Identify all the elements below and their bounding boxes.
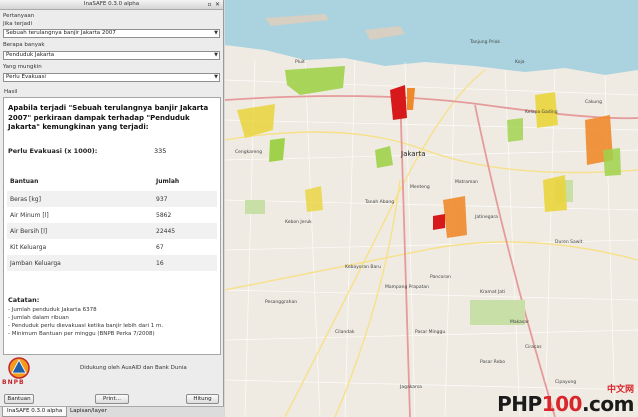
map-label: Koja	[515, 60, 525, 65]
map-label: Cakung	[585, 100, 602, 105]
hazard-label: Jika terjadi	[3, 21, 33, 27]
table-header-row: Bantuan Jumlah	[7, 172, 217, 191]
results-headline: Apabila terjadi "Sebuah terulangnya banj…	[8, 104, 209, 131]
map-label: Cilandak	[335, 330, 355, 335]
notes-title: Catatan:	[8, 296, 40, 304]
map-label: Menteng	[410, 185, 430, 190]
map-canvas[interactable]: Jakarta Tanjung Priok Koja Pluit Kelapa …	[225, 0, 638, 417]
run-button[interactable]: Hitung	[186, 394, 219, 404]
table-row: Beras [kg] 937	[7, 191, 217, 207]
table-cell: 5862	[153, 207, 217, 223]
function-combo-value: Perlu Evakuasi	[6, 74, 46, 80]
table-header: Bantuan	[7, 172, 153, 191]
help-button[interactable]: Bantuan	[4, 394, 34, 404]
support-text: Didukung oleh AusAID dan Bank Dunia	[80, 365, 187, 371]
map-label: Pesanggrahan	[265, 300, 298, 305]
table-cell: Jamban Keluarga	[7, 255, 153, 271]
map-label: Cipayung	[555, 380, 577, 385]
tab-layers[interactable]: Lapisan/layer	[66, 407, 111, 417]
print-button[interactable]: Print...	[95, 394, 129, 404]
hazard-combo-value: Sebuah terulangnya banjir Jakarta 2007	[6, 30, 116, 36]
tab-inasafe[interactable]: InaSAFE 0.3.0 alpha	[2, 407, 68, 417]
table-cell: Kit Keluarga	[7, 239, 153, 255]
map-label: Jatinegara	[475, 215, 498, 220]
table-cell: Beras [kg]	[7, 191, 153, 207]
inasafe-dock: InaSAFE 0.3.0 alpha ▫ ✕ Pertanyaan Jika …	[0, 0, 224, 417]
note-item: - Minimum Bantuan per minggu (BNPB Perka…	[8, 331, 155, 337]
map-label: Jakarta	[401, 150, 426, 158]
map-label: Duren Sawit	[555, 240, 583, 245]
float-icon[interactable]: ▫	[206, 1, 213, 8]
table-cell: 22445	[153, 223, 217, 239]
evacuation-label: Perlu Evakuasi (x 1000):	[8, 147, 98, 155]
exposure-label: Berapa banyak	[3, 42, 45, 48]
map-label: Jagakarsa	[400, 385, 422, 390]
watermark-prefix: PHP	[497, 392, 542, 416]
chevron-down-icon: ▼	[214, 52, 218, 58]
map-label: Cengkareng	[235, 150, 263, 155]
function-combo[interactable]: Perlu Evakuasi ▼	[3, 73, 220, 82]
note-item: - Jumlah dalam ribuan	[8, 315, 69, 321]
watermark-logo: PHP100.com	[497, 392, 634, 416]
map-label: Kelapa Gading	[525, 110, 558, 115]
map-label: Matraman	[455, 180, 479, 185]
map-label: Tanah Abang	[365, 200, 395, 205]
table-cell: 67	[153, 239, 217, 255]
chevron-down-icon: ▼	[214, 30, 218, 36]
watermark-suffix: .com	[581, 392, 635, 416]
table-row: Air Bersih [l] 22445	[7, 223, 217, 239]
note-item: - Jumlah penduduk Jakarta 6378	[8, 307, 97, 313]
logo-text: BNPB	[2, 379, 25, 386]
dock-title: InaSAFE 0.3.0 alpha	[83, 1, 140, 7]
table-cell: 16	[153, 255, 217, 271]
hazard-combo[interactable]: Sebuah terulangnya banjir Jakarta 2007 ▼	[3, 29, 220, 38]
function-label: Yang mungkin	[3, 64, 42, 70]
map-label: Makasar	[510, 320, 529, 325]
table-cell: Air Bersih [l]	[7, 223, 153, 239]
table-row: Kit Keluarga 67	[7, 239, 217, 255]
map-label: Pancoran	[430, 275, 451, 280]
results-panel[interactable]: Apabila terjadi "Sebuah terulangnya banj…	[3, 97, 221, 355]
assistance-table: Bantuan Jumlah Beras [kg] 937 Air Minum […	[7, 172, 217, 271]
map-label: Ciracas	[525, 345, 542, 350]
map-label: Mampang Prapatan	[385, 285, 430, 290]
notes-list: - Jumlah penduduk Jakarta 6378 - Jumlah …	[8, 306, 163, 338]
question-label: Pertanyaan	[3, 13, 35, 19]
exposure-combo-value: Penduduk Jakarta	[6, 52, 55, 58]
table-cell: 937	[153, 191, 217, 207]
table-header: Jumlah	[153, 172, 217, 191]
chevron-down-icon: ▼	[214, 74, 218, 80]
note-item: - Penduduk perlu dievakuasi ketika banji…	[8, 323, 164, 329]
map-label: Pluit	[295, 60, 305, 65]
map-label: Kebon Jeruk	[285, 220, 312, 225]
close-icon[interactable]: ✕	[214, 1, 221, 8]
table-row: Jamban Keluarga 16	[7, 255, 217, 271]
table-row: Air Minum [l] 5862	[7, 207, 217, 223]
map-image	[225, 0, 638, 417]
dock-tabbar: InaSAFE 0.3.0 alpha Lapisan/layer	[0, 406, 224, 417]
map-label: Kebayoran Baru	[345, 265, 381, 270]
map-label: Kramat Jati	[480, 290, 505, 295]
map-label: Pasar Minggu	[415, 330, 446, 335]
map-label: Tanjung Priok	[470, 40, 500, 45]
watermark-highlight: 100	[541, 392, 583, 416]
exposure-combo[interactable]: Penduduk Jakarta ▼	[3, 51, 220, 60]
results-label: Hasil	[4, 89, 18, 95]
map-label: Pasar Rebo	[480, 360, 505, 365]
evacuation-value: 335	[154, 147, 167, 155]
dock-titlebar[interactable]: InaSAFE 0.3.0 alpha ▫ ✕	[0, 0, 223, 10]
table-cell: Air Minum [l]	[7, 207, 153, 223]
